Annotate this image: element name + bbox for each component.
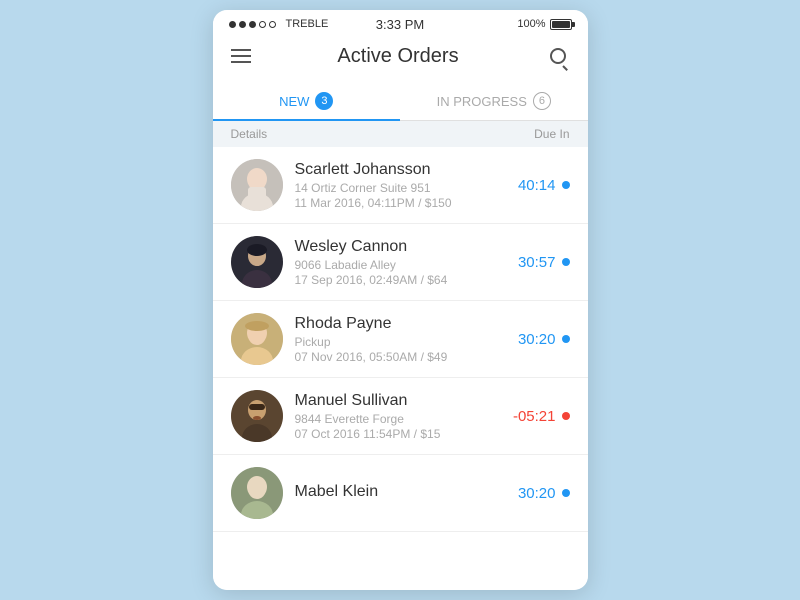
time-indicator xyxy=(562,181,570,189)
table-row[interactable]: Mabel Klein 30:20 xyxy=(213,455,588,532)
time-value: 40:14 xyxy=(518,177,556,194)
order-address: 9066 Labadie Alley xyxy=(295,258,506,272)
signal-dot-4 xyxy=(259,21,266,28)
order-address: Pickup xyxy=(295,335,506,349)
order-time: 30:20 xyxy=(518,331,570,348)
status-right: 100% xyxy=(517,18,571,30)
time-value: 30:20 xyxy=(518,485,556,502)
time-indicator xyxy=(562,335,570,343)
phone-frame: TREBLE 3:33 PM 100% Active Orders NEW 3 … xyxy=(213,10,588,590)
status-time: 3:33 PM xyxy=(376,17,424,32)
order-details: Manuel Sullivan 9844 Everette Forge 07 O… xyxy=(295,392,501,441)
table-row[interactable]: Manuel Sullivan 9844 Everette Forge 07 O… xyxy=(213,378,588,455)
status-bar: TREBLE 3:33 PM 100% xyxy=(213,10,588,34)
order-name: Scarlett Johansson xyxy=(295,161,506,179)
time-indicator xyxy=(562,412,570,420)
tab-inprogress-badge: 6 xyxy=(533,92,551,110)
order-time: 30:57 xyxy=(518,254,570,271)
time-indicator xyxy=(562,489,570,497)
signal-dot-5 xyxy=(269,21,276,28)
carrier-label: TREBLE xyxy=(286,18,329,30)
tab-new[interactable]: NEW 3 xyxy=(213,82,401,120)
order-address: 14 Ortiz Corner Suite 951 xyxy=(295,181,506,195)
order-meta: 07 Nov 2016, 05:50AM / $49 xyxy=(295,350,506,364)
order-details: Scarlett Johansson 14 Ortiz Corner Suite… xyxy=(295,161,506,210)
order-name: Rhoda Payne xyxy=(295,315,506,333)
time-value: 30:20 xyxy=(518,331,556,348)
order-details: Rhoda Payne Pickup 07 Nov 2016, 05:50AM … xyxy=(295,315,506,364)
order-details: Mabel Klein xyxy=(295,483,506,503)
menu-button[interactable] xyxy=(231,49,251,63)
order-name: Mabel Klein xyxy=(295,483,506,501)
table-row[interactable]: Rhoda Payne Pickup 07 Nov 2016, 05:50AM … xyxy=(213,301,588,378)
status-left: TREBLE xyxy=(229,18,329,30)
time-indicator xyxy=(562,258,570,266)
hamburger-line-1 xyxy=(231,49,251,51)
tab-in-progress[interactable]: IN PROGRESS 6 xyxy=(400,82,588,120)
column-header: Details Due In xyxy=(213,121,588,147)
signal-dot-2 xyxy=(239,21,246,28)
order-name: Manuel Sullivan xyxy=(295,392,501,410)
search-button[interactable] xyxy=(546,44,570,68)
battery-label: 100% xyxy=(517,18,545,30)
battery-fill xyxy=(552,21,570,28)
order-name: Wesley Cannon xyxy=(295,238,506,256)
tab-inprogress-label: IN PROGRESS xyxy=(437,94,527,109)
avatar xyxy=(231,390,283,442)
order-details: Wesley Cannon 9066 Labadie Alley 17 Sep … xyxy=(295,238,506,287)
order-time: -05:21 xyxy=(513,408,570,425)
signal-dot-1 xyxy=(229,21,236,28)
order-time: 40:14 xyxy=(518,177,570,194)
column-due: Due In xyxy=(534,127,569,141)
table-row[interactable]: Scarlett Johansson 14 Ortiz Corner Suite… xyxy=(213,147,588,224)
order-meta: 11 Mar 2016, 04:11PM / $150 xyxy=(295,196,506,210)
search-icon xyxy=(550,48,566,64)
order-time: 30:20 xyxy=(518,485,570,502)
app-header: Active Orders xyxy=(213,34,588,82)
battery-icon xyxy=(550,19,572,30)
hamburger-line-3 xyxy=(231,61,251,63)
order-list: Scarlett Johansson 14 Ortiz Corner Suite… xyxy=(213,147,588,590)
avatar xyxy=(231,467,283,519)
avatar xyxy=(231,159,283,211)
column-details: Details xyxy=(231,127,268,141)
signal-dots xyxy=(229,21,276,28)
order-meta: 07 Oct 2016 11:54PM / $15 xyxy=(295,427,501,441)
avatar xyxy=(231,313,283,365)
hamburger-line-2 xyxy=(231,55,251,57)
tab-new-badge: 3 xyxy=(315,92,333,110)
order-meta: 17 Sep 2016, 02:49AM / $64 xyxy=(295,273,506,287)
time-value: 30:57 xyxy=(518,254,556,271)
avatar xyxy=(231,236,283,288)
tab-new-label: NEW xyxy=(279,94,309,109)
time-value: -05:21 xyxy=(513,408,556,425)
tab-bar: NEW 3 IN PROGRESS 6 xyxy=(213,82,588,121)
signal-dot-3 xyxy=(249,21,256,28)
table-row[interactable]: Wesley Cannon 9066 Labadie Alley 17 Sep … xyxy=(213,224,588,301)
order-address: 9844 Everette Forge xyxy=(295,412,501,426)
page-title: Active Orders xyxy=(337,45,458,68)
